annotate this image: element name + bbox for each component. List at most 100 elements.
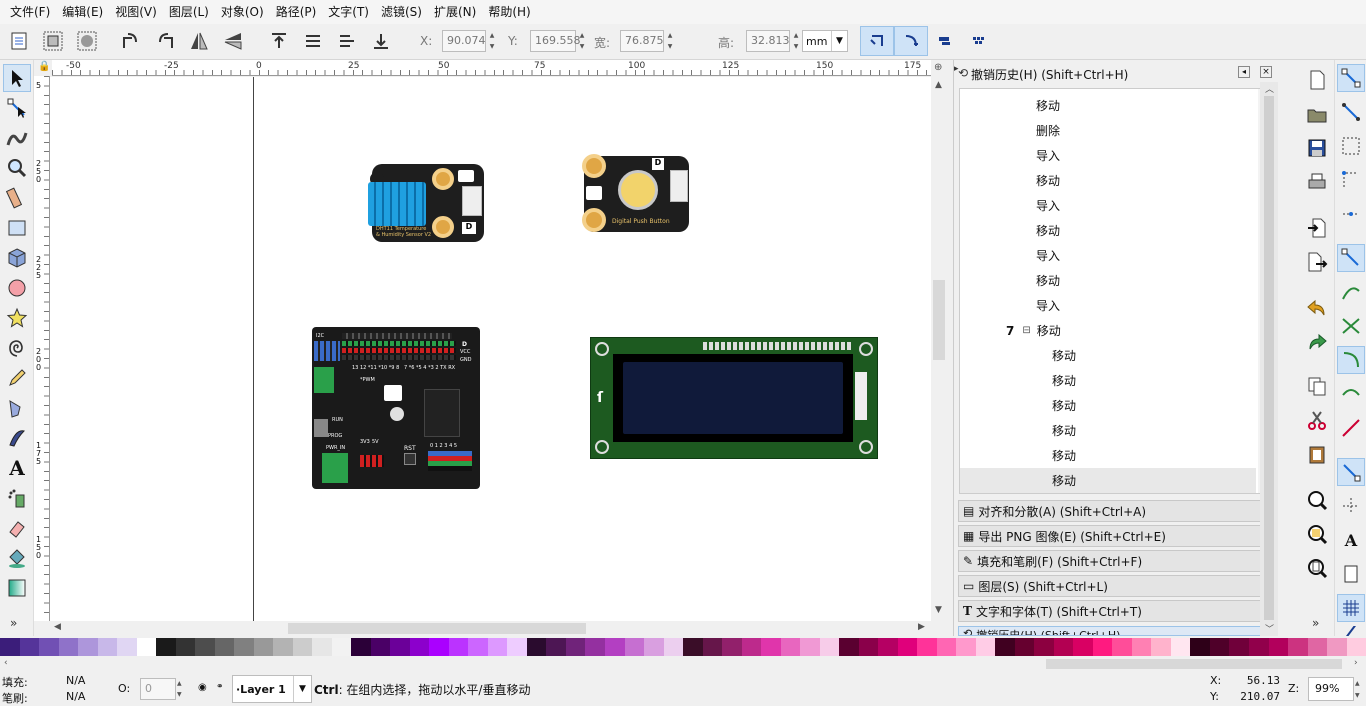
menu-filters[interactable]: 滤镜(S) [375,0,428,24]
palette-swatch[interactable] [1131,638,1152,656]
palette-swatch[interactable] [0,638,20,656]
history-item-selected[interactable]: 移动 [960,468,1256,493]
zoom-field[interactable]: 99% [1308,677,1354,701]
raise-to-top-icon[interactable] [266,28,292,54]
palette-swatch[interactable] [273,638,293,656]
palette-swatch[interactable] [1327,638,1347,656]
lcd-module[interactable]: ſ [590,337,878,459]
panel-iconify-icon[interactable]: ◂ [1238,66,1250,78]
history-group[interactable]: 7 ⊟ 移动 [960,318,1256,343]
palette-swatch[interactable] [878,638,898,656]
palette-swatch[interactable] [1014,638,1035,656]
history-item[interactable]: 移动 [960,393,1256,418]
width-spinner[interactable]: ▲ ▼ [665,30,675,52]
cut-icon[interactable] [1303,406,1331,434]
rotate-ccw-icon[interactable] [118,28,144,54]
scroll-right-icon[interactable]: ▶ [918,622,925,632]
text-tool-icon[interactable]: A [3,454,31,482]
more-tools-icon[interactable]: » [10,616,17,630]
palette-swatch[interactable] [956,638,976,656]
palette-swatch[interactable] [1092,638,1113,656]
drawing-canvas[interactable]: D DHT11 Temperature & Humidity Sensor V2 … [50,77,931,621]
palette-swatch[interactable] [331,638,352,656]
tweak-tool-icon[interactable] [3,124,31,152]
opacity-spinner[interactable]: ▲ ▼ [177,678,187,700]
palette-swatch[interactable] [604,638,625,656]
collapse-icon[interactable]: ⊟ [1022,325,1030,336]
palette-swatch[interactable] [370,638,391,656]
palette-swatch[interactable] [1307,638,1328,656]
palette-swatch[interactable] [429,638,449,656]
palette-swatch[interactable] [663,638,684,656]
flip-vertical-icon[interactable] [220,28,246,54]
palette-swatch[interactable] [390,638,410,656]
copy-icon[interactable] [1303,372,1331,400]
snap-page-icon[interactable] [1337,560,1365,588]
pen-tool-icon[interactable] [3,394,31,422]
paste-icon[interactable] [1303,440,1331,468]
x-field[interactable]: 90.074 [442,30,486,52]
snap-intersection-icon[interactable] [1337,312,1365,340]
zoom-drawing-icon[interactable] [1303,520,1331,548]
menu-path[interactable]: 路径(P) [270,0,323,24]
more-commands-icon[interactable]: » [1312,616,1319,630]
dock-scrollbar[interactable]: ︿ ﹀ [1260,82,1278,636]
lower-icon[interactable] [334,28,360,54]
snap-bbox-icon[interactable] [1337,98,1365,126]
flip-horizontal-icon[interactable] [186,28,212,54]
layer-select[interactable]: ·Layer 1 ▼ [232,675,312,703]
palette-swatch[interactable] [156,638,176,656]
palette-swatch[interactable] [448,638,469,656]
width-field[interactable]: 76.875 [620,30,664,52]
dock-tab-align[interactable]: ▤对齐和分散(A) (Shift+Ctrl+A)▲ [958,500,1276,522]
palette-swatch[interactable] [507,638,527,656]
palette-swatch[interactable] [214,638,235,656]
palette-swatch[interactable] [858,638,879,656]
palette-swatch[interactable] [1288,638,1308,656]
snap-grid-icon[interactable] [1337,594,1365,622]
palette-swatch[interactable] [624,638,645,656]
palette-swatch[interactable] [351,638,371,656]
palette-swatch[interactable] [565,638,586,656]
dock-tab-layers[interactable]: ▭图层(S) (Shift+Ctrl+L)▲ [958,575,1276,597]
history-item[interactable]: 移动 [960,218,1256,243]
dock-tab-text-font[interactable]: T文字和字体(T) (Shift+Ctrl+T)▲ [958,600,1276,622]
menu-text[interactable]: 文字(T) [322,0,375,24]
scroll-left-icon[interactable]: ‹ [4,658,8,668]
height-field[interactable]: 32.813 [746,30,790,52]
palette-swatch[interactable] [78,638,98,656]
palette-swatch[interactable] [175,638,196,656]
spray-tool-icon[interactable] [3,484,31,512]
scroll-down-icon[interactable]: ﹀ [1265,622,1274,635]
snap-center-icon[interactable] [1337,492,1365,520]
scroll-up-icon[interactable]: ︿ [1265,82,1274,95]
node-tool-icon[interactable] [3,94,31,122]
palette-swatch[interactable] [19,638,40,656]
snap-nodes-icon[interactable] [1337,244,1365,272]
palette-swatch[interactable] [312,638,332,656]
io-shield-module[interactable]: I2C D VCC GND 13 12 *11 *10 *9 8 7 *6 *5… [312,327,480,489]
palette-swatch[interactable] [97,638,118,656]
palette-swatch[interactable] [234,638,254,656]
palette-swatch[interactable] [468,638,488,656]
height-spinner[interactable]: ▲ ▼ [791,30,801,52]
palette-swatch[interactable] [1151,638,1171,656]
palette-swatch[interactable] [1034,638,1054,656]
scroll-right-icon[interactable]: › [1354,658,1358,668]
menu-file[interactable]: 文件(F) [4,0,56,24]
dht11-module[interactable]: D DHT11 Temperature & Humidity Sensor V2 [368,164,484,242]
scale-stroke-toggle[interactable] [860,26,894,56]
palette-swatch[interactable] [644,638,664,656]
raise-icon[interactable] [300,28,326,54]
select-all-icon[interactable] [6,28,32,54]
palette-swatch[interactable] [546,638,566,656]
snap-midpoint-icon[interactable] [1337,414,1365,442]
history-item[interactable]: 移动 [960,268,1256,293]
palette-swatch[interactable] [975,638,996,656]
gradient-tool-icon[interactable] [3,574,31,602]
history-item[interactable]: 导入 [960,243,1256,268]
snap-text-baseline-icon[interactable]: A [1337,526,1365,554]
history-item[interactable]: 删除 [960,118,1256,143]
print-icon[interactable] [1303,168,1331,196]
new-document-icon[interactable] [1303,66,1331,94]
